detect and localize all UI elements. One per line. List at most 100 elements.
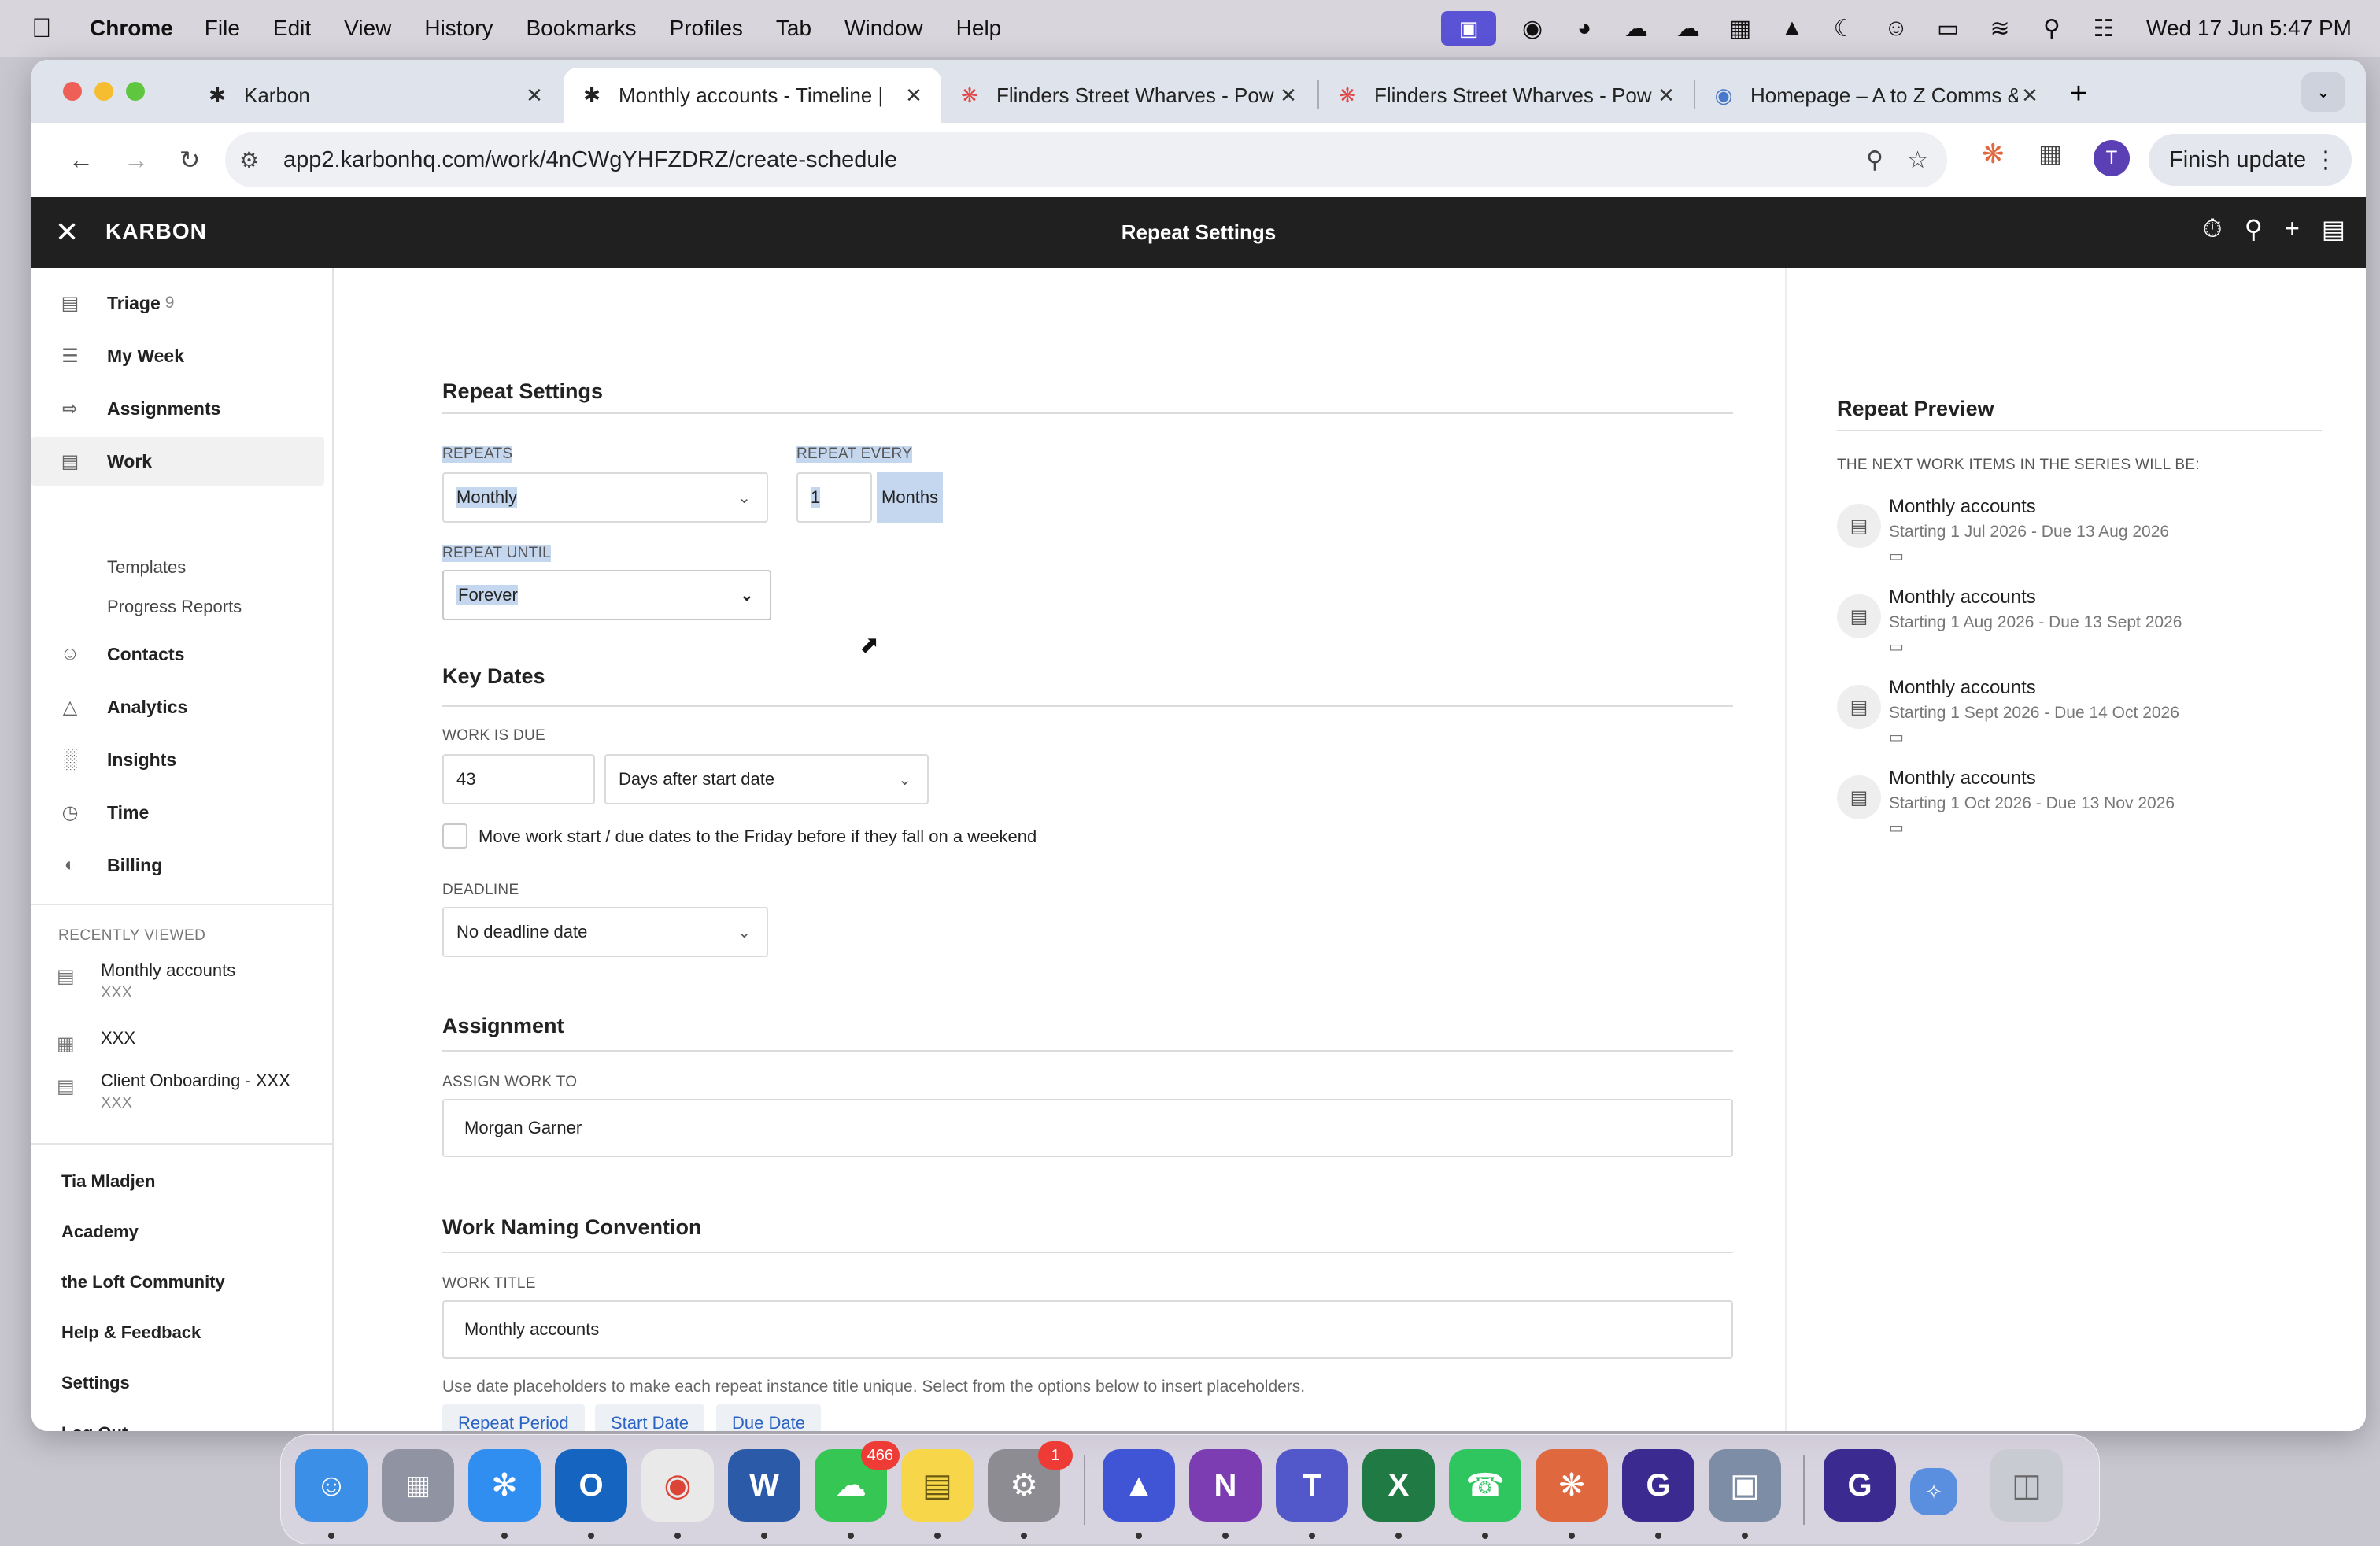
moon-icon[interactable]: ☾ <box>1828 13 1860 44</box>
add-icon[interactable]: + <box>2285 214 2300 244</box>
menu-help[interactable]: Help <box>956 16 1002 41</box>
sidebar-item-billing[interactable]: ◐ Billing <box>31 841 324 890</box>
close-window-button[interactable] <box>63 82 82 101</box>
notes-app-icon[interactable]: ▤ <box>901 1449 974 1522</box>
record-icon[interactable]: ◉ <box>1517 13 1548 44</box>
log-out-link[interactable]: Log Out <box>61 1423 128 1431</box>
profile-avatar[interactable]: T <box>2094 140 2130 176</box>
deadline-select[interactable]: No deadline date ⌄ <box>442 907 768 957</box>
menu-profiles[interactable]: Profiles <box>670 16 743 41</box>
zoom-window-button[interactable] <box>126 82 145 101</box>
screen-share-icon[interactable]: ▣ <box>1441 11 1497 46</box>
grammarly-icon[interactable]: G <box>1622 1449 1694 1522</box>
tab-monthly-accounts[interactable]: ✱ Monthly accounts - Timeline | ✕ <box>564 68 941 123</box>
sidebar-subitem-templates[interactable]: Templates <box>107 557 186 578</box>
wifi-icon[interactable]: ≋ <box>1984 13 2016 44</box>
downloads-folder-icon[interactable]: ✧ <box>1910 1468 1957 1515</box>
nordvpn-icon[interactable]: ▲ <box>1103 1449 1175 1522</box>
spotlight-search-icon[interactable]: ⚲ <box>2036 13 2068 44</box>
sidebar-item-assignments[interactable]: ⇨ Assignments <box>31 384 324 433</box>
academy-link[interactable]: Academy <box>61 1222 139 1242</box>
due-date-button[interactable]: Due Date <box>716 1404 821 1431</box>
finder-icon[interactable]: ☺ <box>295 1449 368 1522</box>
gauge-icon[interactable]: ◕ <box>1569 13 1600 44</box>
launchpad-icon[interactable]: ▦ <box>382 1449 454 1522</box>
chrome-icon[interactable]: ◉ <box>641 1449 714 1522</box>
menu-tab[interactable]: Tab <box>776 16 811 41</box>
preview-work-item[interactable]: ▤ Monthly accounts Starting 1 Sept 2026 … <box>1837 677 2325 764</box>
claude-app-icon[interactable]: ❋ <box>1536 1449 1608 1522</box>
recent-item[interactable]: ▦ XXX <box>31 1028 331 1060</box>
outlook-icon[interactable]: O <box>555 1449 627 1522</box>
preview-work-item[interactable]: ▤ Monthly accounts Starting 1 Aug 2026 -… <box>1837 586 2325 673</box>
help-feedback-link[interactable]: Help & Feedback <box>61 1322 201 1343</box>
finish-update-button[interactable]: Finish update ⋮ <box>2149 134 2352 186</box>
messages-icon[interactable]: ☁ 466 <box>815 1441 900 1522</box>
back-arrow-icon[interactable]: ← <box>61 140 101 179</box>
timer-icon[interactable]: ⏱ <box>2203 214 2223 244</box>
bookmark-star-icon[interactable]: ☆ <box>1907 146 1928 174</box>
user-name-link[interactable]: Tia Mladjen <box>61 1171 155 1192</box>
notes-icon[interactable]: ▤ <box>2322 214 2345 244</box>
menu-view[interactable]: View <box>344 16 391 41</box>
reload-icon[interactable]: ↻ <box>170 140 209 179</box>
sidebar-item-my-week[interactable]: ☰ My Week <box>31 331 324 380</box>
recent-item[interactable]: ▤ Client Onboarding - XXX XXX <box>31 1071 331 1118</box>
close-tab-icon[interactable]: ✕ <box>1654 83 1678 108</box>
zoom-magnifier-icon[interactable]: ⚲ <box>1866 146 1883 174</box>
forward-arrow-icon[interactable]: → <box>116 140 156 179</box>
claude-extension-icon[interactable]: ❋ <box>1982 139 2005 170</box>
control-center-icon[interactable]: ☷ <box>2088 13 2119 44</box>
onenote-icon[interactable]: N <box>1189 1449 1262 1522</box>
tab-homepage[interactable]: ◉ Homepage – A to Z Comms & ✕ <box>1695 68 2057 123</box>
tab-flinders-2[interactable]: ❋ Flinders Street Wharves - Pow ✕ <box>1319 68 1694 123</box>
settings-link[interactable]: Settings <box>61 1373 130 1393</box>
work-due-mode-select[interactable]: Days after start date ⌄ <box>604 754 929 804</box>
word-icon[interactable]: W <box>728 1449 800 1522</box>
menu-app-name[interactable]: Chrome <box>90 16 173 41</box>
repeats-select[interactable]: Monthly ⌄ <box>442 472 768 523</box>
excel-icon[interactable]: X <box>1362 1449 1435 1522</box>
address-bar[interactable]: ⚙ app2.karbonhq.com/work/4nCWgYHFZDRZ/cr… <box>225 132 1947 187</box>
close-tab-icon[interactable]: ✕ <box>1277 83 1300 108</box>
grammarly-docs-icon[interactable]: G <box>1824 1449 1896 1522</box>
sidebar-item-triage[interactable]: ▤ Triage 9 <box>31 279 324 327</box>
search-icon[interactable]: ⚲ <box>2245 214 2263 244</box>
tab-karbon[interactable]: ✱ Karbon ✕ <box>189 68 562 123</box>
close-tab-icon[interactable]: ✕ <box>523 83 546 108</box>
repeat-until-select[interactable]: Forever ⌄ <box>442 570 771 620</box>
preview-work-item[interactable]: ▤ Monthly accounts Starting 1 Jul 2026 -… <box>1837 496 2325 583</box>
site-settings-icon[interactable]: ⚙ <box>239 147 271 173</box>
kebab-menu-icon[interactable]: ⋮ <box>2314 146 2338 174</box>
menu-edit[interactable]: Edit <box>273 16 311 41</box>
preview-app-icon[interactable]: ▣ <box>1709 1449 1781 1522</box>
tab-search-chevron-icon[interactable]: ⌄ <box>2301 72 2345 112</box>
start-date-button[interactable]: Start Date <box>595 1404 705 1431</box>
arc-icon[interactable]: ▲ <box>1776 13 1808 44</box>
menu-file[interactable]: File <box>205 16 240 41</box>
sidebar-item-work[interactable]: ▤ Work <box>31 437 324 486</box>
sidebar-item-analytics[interactable]: △ Analytics <box>31 682 324 731</box>
loft-community-link[interactable]: the Loft Community <box>61 1272 225 1293</box>
assign-work-input[interactable]: Morgan Garner <box>442 1099 1733 1157</box>
repeat-period-button[interactable]: Repeat Period <box>442 1404 585 1431</box>
battery-icon[interactable]: ▭ <box>1932 13 1964 44</box>
trash-icon[interactable]: ◫ <box>1990 1449 2063 1522</box>
puzzle-status-icon[interactable]: ▦ <box>1724 13 1756 44</box>
apple-icon[interactable]:  <box>31 13 63 44</box>
weekend-adjust-checkbox[interactable] <box>442 823 468 849</box>
minimize-window-button[interactable] <box>94 82 113 101</box>
url-text[interactable]: app2.karbonhq.com/work/4nCWgYHFZDRZ/crea… <box>283 147 897 173</box>
preview-work-item[interactable]: ▤ Monthly accounts Starting 1 Oct 2026 -… <box>1837 767 2325 854</box>
close-tab-icon[interactable]: ✕ <box>2018 83 2042 108</box>
whatsapp-icon[interactable]: ☎ <box>1449 1449 1521 1522</box>
cloud-status-icon[interactable]: ☁ <box>1621 13 1652 44</box>
repeat-every-input[interactable]: 1 <box>796 472 872 523</box>
teams-icon[interactable]: T <box>1276 1449 1348 1522</box>
sidebar-subitem-progress-reports[interactable]: Progress Reports <box>107 597 242 617</box>
menu-window[interactable]: Window <box>844 16 923 41</box>
menu-bookmarks[interactable]: Bookmarks <box>526 16 636 41</box>
menu-clock[interactable]: Wed 17 Jun 5:47 PM <box>2146 16 2352 41</box>
work-title-input[interactable]: Monthly accounts <box>442 1300 1733 1359</box>
weekend-adjust-label[interactable]: Move work start / due dates to the Frida… <box>479 827 1037 847</box>
